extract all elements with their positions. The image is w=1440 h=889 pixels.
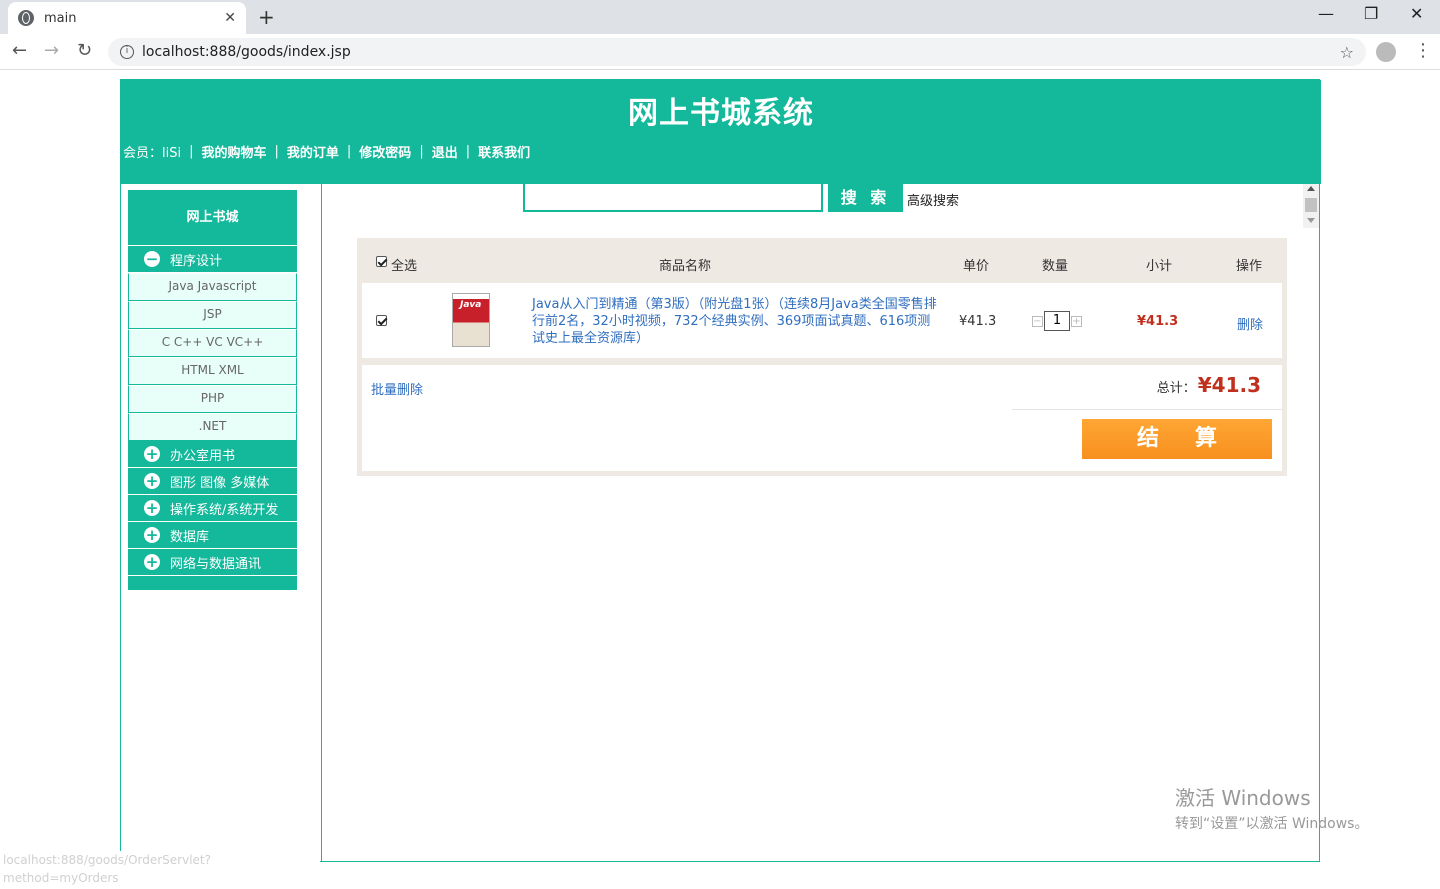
reload-button[interactable]: ↻ xyxy=(77,40,92,61)
search-input[interactable] xyxy=(523,184,823,212)
category-programming[interactable]: − 程序设计 xyxy=(128,246,297,273)
window-close-button[interactable]: ✕ xyxy=(1410,4,1423,23)
site-title: 网上书城系统 xyxy=(628,96,814,131)
site-header: 网上书城系统 会员：liSi | 我的购物车 | 我的订单 | 修改密码 | 退… xyxy=(121,80,1321,184)
subcategory-item[interactable]: .NET xyxy=(128,413,297,441)
subcategory-item[interactable]: Java Javascript xyxy=(128,273,297,301)
cart-footer: 批量删除 总计： ¥41.3 结算 xyxy=(362,365,1282,471)
subcategory-item[interactable]: JSP xyxy=(128,301,297,329)
menu-title: 网上书城 xyxy=(128,190,297,246)
book-cover[interactable]: Java xyxy=(452,293,490,347)
info-icon[interactable]: i xyxy=(120,45,134,59)
top-nav: 会员：liSi | 我的购物车 | 我的订单 | 修改密码 | 退出 | 联系我… xyxy=(123,142,531,161)
col-subtotal: 小计 xyxy=(1146,259,1173,274)
item-price: ¥41.3 xyxy=(959,314,997,329)
advanced-search-link[interactable]: 高级搜索 xyxy=(907,190,959,209)
new-tab-button[interactable]: + xyxy=(258,5,275,29)
tab-title: main xyxy=(44,10,77,26)
status-bar-url: localhost:888/goods/OrderServlet?method=… xyxy=(0,851,320,885)
checkout-button[interactable]: 结算 xyxy=(1082,419,1272,459)
category-item[interactable]: + 图形 图像 多媒体 xyxy=(128,468,297,495)
windows-activation-watermark: 激活 Windows 转到“设置”以激活 Windows。 xyxy=(1175,786,1369,832)
nav-my-cart[interactable]: 我的购物车 xyxy=(201,142,266,161)
cart-item-row: Java Java从入门到精通（第3版）（附光盘1张）（连续8月Java类全国零… xyxy=(362,283,1282,358)
expand-icon[interactable]: + xyxy=(144,500,160,516)
qty-minus-button[interactable]: − xyxy=(1032,315,1043,327)
main-content: 搜 索 高级搜索 全选 商品名称 单价 数量 小计 操作 Java Java从入… xyxy=(323,184,1319,861)
nav-change-password[interactable]: 修改密码 xyxy=(359,142,411,161)
item-subtotal: ¥41.3 xyxy=(1137,314,1179,329)
category-item[interactable]: + 操作系统/系统开发 xyxy=(128,495,297,522)
qty-plus-button[interactable]: + xyxy=(1071,315,1082,327)
qty-input[interactable]: 1 xyxy=(1044,311,1070,331)
tab-close-icon[interactable]: ✕ xyxy=(224,10,236,26)
browser-tab-bar: main ✕ + — ❐ ✕ xyxy=(0,0,1440,34)
nav-my-orders[interactable]: 我的订单 xyxy=(287,142,339,161)
expand-icon[interactable]: + xyxy=(144,527,160,543)
cart-panel: 全选 商品名称 单价 数量 小计 操作 Java Java从入门到精通（第3版）… xyxy=(357,238,1287,476)
restore-button[interactable]: ❐ xyxy=(1364,4,1378,23)
col-name: 商品名称 xyxy=(659,259,712,274)
back-button[interactable]: ← xyxy=(12,40,27,61)
globe-icon xyxy=(18,10,34,26)
member-label: 会员：liSi xyxy=(123,146,182,161)
scroll-thumb[interactable] xyxy=(1305,198,1317,212)
browser-menu-icon[interactable]: ⋮ xyxy=(1414,40,1432,61)
batch-delete-link[interactable]: 批量删除 xyxy=(371,379,423,398)
category-item[interactable]: + 网络与数据通讯 xyxy=(128,549,297,576)
subcategory-item[interactable]: HTML XML xyxy=(128,357,297,385)
expand-icon[interactable]: + xyxy=(144,473,160,489)
url-text[interactable]: localhost:888/goods/index.jsp xyxy=(142,44,351,60)
item-name-link[interactable]: Java从入门到精通（第3版）（附光盘1张）（连续8月Java类全国零售排行前2… xyxy=(532,296,937,347)
scroll-down-icon[interactable] xyxy=(1307,218,1315,223)
total-label: 总计： xyxy=(1156,381,1196,396)
address-bar-row: ← → ↻ i localhost:888/goods/index.jsp ☆ … xyxy=(0,34,1440,70)
category-menu: 网上书城 − 程序设计 Java Javascript JSP C C++ VC… xyxy=(128,190,297,590)
item-checkbox[interactable] xyxy=(376,315,387,326)
col-price: 单价 xyxy=(963,259,990,274)
search-button[interactable]: 搜 索 xyxy=(828,184,903,212)
select-all-label: 全选 xyxy=(391,259,418,274)
forward-button[interactable]: → xyxy=(44,40,59,61)
category-item[interactable]: + 办公室用书 xyxy=(128,441,297,468)
scroll-up-icon[interactable] xyxy=(1307,186,1315,191)
nav-logout[interactable]: 退出 xyxy=(432,142,458,161)
page-frame: 网上书城系统 会员：liSi | 我的购物车 | 我的订单 | 修改密码 | 退… xyxy=(120,79,1321,862)
nav-contact-us[interactable]: 联系我们 xyxy=(478,142,530,161)
select-all-checkbox[interactable] xyxy=(376,256,387,267)
minimize-button[interactable]: — xyxy=(1318,4,1334,23)
scrollbar[interactable] xyxy=(1303,184,1319,228)
profile-avatar[interactable] xyxy=(1376,42,1396,62)
browser-tab[interactable]: main ✕ xyxy=(8,2,246,34)
subcategory-item[interactable]: PHP xyxy=(128,385,297,413)
divider xyxy=(1012,409,1282,410)
quantity-stepper: − 1 + xyxy=(1032,311,1082,331)
expand-icon[interactable]: + xyxy=(144,554,160,570)
collapse-icon[interactable]: − xyxy=(144,251,160,267)
left-pane: 网上书城 − 程序设计 Java Javascript JSP C C++ VC… xyxy=(121,184,322,861)
subcategory-item[interactable]: C C++ VC VC++ xyxy=(128,329,297,357)
total-amount: ¥41.3 xyxy=(1197,373,1261,397)
cart-total: 总计： ¥41.3 xyxy=(1157,373,1261,397)
item-delete-link[interactable]: 删除 xyxy=(1237,314,1263,333)
col-action: 操作 xyxy=(1236,259,1263,274)
col-qty: 数量 xyxy=(1042,259,1069,274)
cart-header: 全选 商品名称 单价 数量 小计 操作 xyxy=(357,238,1287,282)
star-icon[interactable]: ☆ xyxy=(1340,43,1354,62)
omnibox[interactable]: i localhost:888/goods/index.jsp ☆ xyxy=(108,38,1366,66)
category-item[interactable]: + 数据库 xyxy=(128,522,297,549)
expand-icon[interactable]: + xyxy=(144,446,160,462)
